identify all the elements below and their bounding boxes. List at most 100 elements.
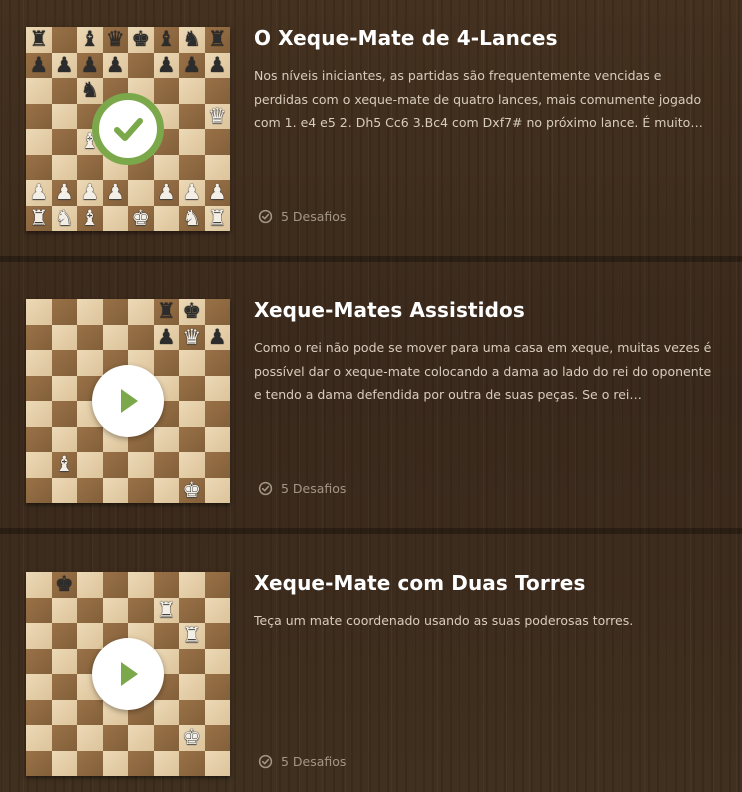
play-button[interactable] [92, 638, 164, 710]
board-square [153, 205, 179, 231]
board-square: ♟ [204, 52, 230, 78]
board-square: ♜ [26, 27, 52, 53]
board-square: ♚ [128, 205, 154, 231]
black-pawn-icon: ♟ [156, 324, 176, 349]
board-square [51, 299, 77, 325]
board-square [128, 324, 154, 350]
board-square [179, 129, 205, 155]
board-square [51, 477, 77, 503]
board-square [128, 299, 154, 325]
play-icon [121, 389, 138, 413]
board-square [26, 324, 52, 350]
board-square [153, 452, 179, 478]
board-square: ♞ [179, 205, 205, 231]
board-square [26, 725, 52, 751]
play-button[interactable] [92, 365, 164, 437]
board-square [77, 750, 103, 776]
white-pawn-icon: ♟ [80, 180, 100, 205]
board-square: ♞ [51, 205, 77, 231]
completed-check-icon [92, 93, 164, 165]
board-square [51, 401, 77, 427]
black-knight-icon: ♞ [80, 78, 100, 103]
board-square: ♟ [102, 180, 128, 206]
board-square [204, 572, 230, 598]
black-queen-icon: ♛ [105, 27, 125, 52]
board-square: ♟ [26, 180, 52, 206]
board-square [204, 426, 230, 452]
board-square [179, 401, 205, 427]
white-pawn-icon: ♟ [207, 180, 227, 205]
board-square: ♜ [153, 299, 179, 325]
board-square [51, 78, 77, 104]
lesson-description: Nos níveis iniciantes, as partidas são f… [254, 68, 703, 130]
board-square: ♟ [26, 52, 52, 78]
black-bishop-icon: ♝ [80, 27, 100, 52]
board-square [102, 572, 128, 598]
board-square [51, 623, 77, 649]
board-square [128, 180, 154, 206]
board-square: ♝ [153, 27, 179, 53]
board-square [204, 674, 230, 700]
board-square [26, 154, 52, 180]
black-pawn-icon: ♟ [54, 52, 74, 77]
board-square [179, 674, 205, 700]
lesson-card[interactable]: ♜ ♚ ♟ ♛ ♟ ♝ ♚ Xeque-Mates Assistidos Como o re… [0, 272, 742, 534]
lesson-title[interactable]: Xeque-Mates Assistidos [254, 298, 525, 322]
board-square [26, 648, 52, 674]
board-square [102, 597, 128, 623]
board-square: ♞ [179, 27, 205, 53]
board-square [51, 699, 77, 725]
lesson-card[interactable]: ♜♝♛♚♝♞♜♟♟♟♟♟♟♟♞♟♛♝♟♟♟♟♟♟♟♟♜♞♝♚♞♜ O Xeque… [0, 0, 742, 262]
board-square [77, 623, 103, 649]
lesson-card[interactable]: ♚ ♜ ♜ ♚ Xeque-Mate com Duas Torres Teça um … [0, 545, 742, 792]
board-square [179, 699, 205, 725]
board-square [204, 597, 230, 623]
white-pawn-icon: ♟ [105, 180, 125, 205]
board-square [26, 375, 52, 401]
board-square [204, 299, 230, 325]
board-square [204, 750, 230, 776]
board-square [102, 324, 128, 350]
white-rook-icon: ♜ [29, 205, 49, 230]
play-icon [121, 662, 138, 686]
board-square [102, 452, 128, 478]
board-square: ♚ [51, 572, 77, 598]
board-square [51, 154, 77, 180]
white-queen-icon: ♛ [207, 103, 227, 128]
board-square [179, 572, 205, 598]
board-square [128, 477, 154, 503]
lesson-title[interactable]: O Xeque-Mate de 4-Lances [254, 26, 558, 50]
board-square [102, 477, 128, 503]
board-square [128, 597, 154, 623]
board-square [77, 572, 103, 598]
board-square [204, 375, 230, 401]
board-square [128, 572, 154, 598]
board-square [77, 477, 103, 503]
board-square [128, 452, 154, 478]
board-square: ♚ [179, 477, 205, 503]
board-square: ♟ [153, 52, 179, 78]
board-square: ♟ [179, 180, 205, 206]
challenge-count-label: 5 Desafios [281, 754, 347, 769]
board-square [204, 129, 230, 155]
board-square: ♚ [128, 27, 154, 53]
board-square [153, 699, 179, 725]
board-square: ♟ [204, 180, 230, 206]
board-square [77, 426, 103, 452]
white-pawn-icon: ♟ [54, 180, 74, 205]
lesson-title[interactable]: Xeque-Mate com Duas Torres [254, 571, 585, 595]
board-square [26, 350, 52, 376]
board-square [204, 648, 230, 674]
board-square [77, 725, 103, 751]
board-square: ♜ [26, 205, 52, 231]
board-square [204, 623, 230, 649]
black-bishop-icon: ♝ [156, 27, 176, 52]
board-square [102, 750, 128, 776]
white-queen-icon: ♛ [182, 324, 202, 349]
board-square [128, 725, 154, 751]
board-square [77, 154, 103, 180]
board-square [102, 299, 128, 325]
white-rook-icon: ♜ [156, 597, 176, 622]
board-square: ♟ [51, 180, 77, 206]
black-pawn-icon: ♟ [207, 324, 227, 349]
